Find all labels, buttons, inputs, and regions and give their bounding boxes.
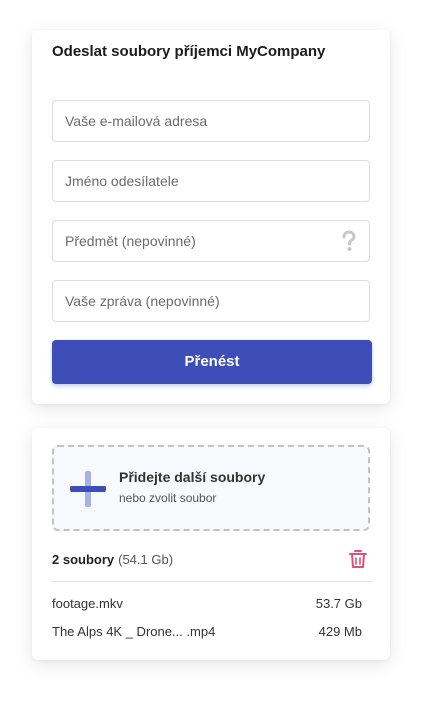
subject-field-wrapper — [52, 220, 370, 262]
divider — [52, 581, 372, 582]
file-size: 53.7 Gb — [315, 596, 362, 611]
file-name: footage.mkv — [52, 596, 123, 611]
dropzone-title: Přidejte další soubory — [119, 469, 266, 485]
sender-name-field[interactable] — [53, 161, 369, 201]
sender-name-field-wrapper — [52, 160, 370, 202]
email-field[interactable] — [53, 101, 369, 141]
file-name: The Alps 4K _ Drone... .mp4 — [52, 624, 216, 639]
trash-icon[interactable] — [349, 549, 367, 569]
plus-icon — [70, 471, 106, 507]
transfer-button[interactable]: Přenést — [52, 340, 372, 384]
question-mark-icon[interactable] — [339, 230, 359, 252]
message-field[interactable] — [53, 281, 369, 321]
form-title: Odeslat soubory příjemci MyCompany — [52, 43, 326, 60]
files-count: 2 soubory — [52, 552, 115, 567]
transfer-form-card: Odeslat soubory příjemci MyCompany Přené… — [32, 30, 390, 404]
dropzone-subtitle[interactable]: nebo zvolit soubor — [119, 491, 216, 505]
subject-field[interactable] — [53, 221, 369, 261]
files-total-size: (54.1 Gb) — [118, 552, 174, 567]
files-card: Přidejte další soubory nebo zvolit soubo… — [32, 428, 390, 660]
email-field-wrapper — [52, 100, 370, 142]
file-size: 429 Mb — [318, 624, 362, 639]
files-summary: 2 soubory (54.1 Gb) — [52, 552, 173, 567]
file-dropzone[interactable]: Přidejte další soubory nebo zvolit soubo… — [52, 445, 370, 531]
message-field-wrapper — [52, 280, 370, 322]
